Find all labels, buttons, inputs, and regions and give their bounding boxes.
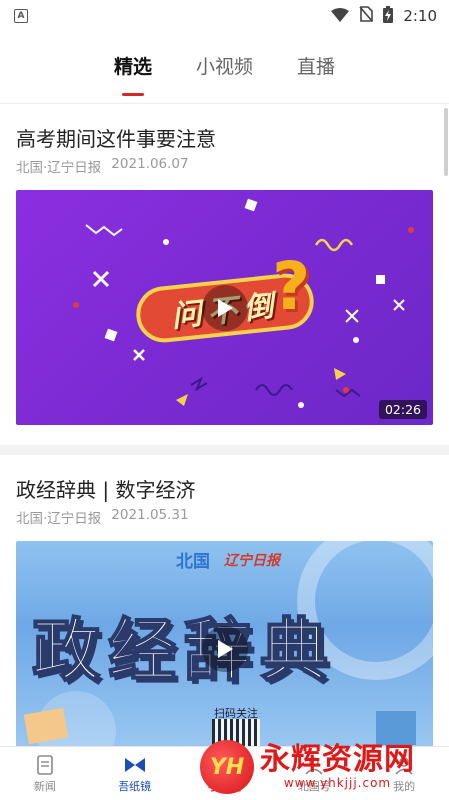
status-time: 2:10	[403, 7, 437, 25]
status-left: A	[14, 9, 28, 23]
nav-mirror-label: 吾纸镜	[118, 779, 152, 793]
article-meta: 北国·辽宁日报 2021.05.31	[16, 507, 433, 527]
thumbnail-brand-row: 北国 辽宁日报	[176, 547, 280, 572]
article-date: 2021.06.07	[111, 156, 189, 172]
tab-featured-label: 精选	[113, 56, 152, 78]
article-title[interactable]: 政经辞典 | 数字经济	[16, 477, 433, 503]
article-source: 北国·辽宁日报	[16, 160, 102, 176]
article-title[interactable]: 高考期间这件事要注意	[16, 126, 433, 152]
nav-news-label: 新闻	[33, 779, 56, 793]
section-divider	[0, 445, 449, 455]
tab-featured[interactable]: 精选	[113, 52, 152, 96]
article-meta: 北国·辽宁日报 2021.06.07	[16, 156, 433, 176]
watermark-title: 永辉资源网	[260, 742, 415, 777]
app-notification-icon: A	[14, 9, 28, 23]
tab-short-video-label: 小视频	[195, 56, 253, 78]
play-icon	[217, 298, 233, 317]
tab-short-video[interactable]: 小视频	[196, 52, 253, 79]
watermark-text: 永辉资源网 www.yhkjjj.com	[260, 742, 415, 791]
question-mark-graphic: ?	[272, 248, 311, 325]
status-right: 2:10	[331, 5, 437, 27]
battery-charging-icon	[383, 5, 394, 27]
play-button[interactable]	[201, 625, 248, 672]
news-feed[interactable]: 高考期间这件事要注意 北国·辽宁日报 2021.06.07 ? 02:26 政经…	[0, 104, 449, 746]
thumbnail-title: 政经辞典	[31, 611, 337, 692]
tab-live-label: 直播	[297, 56, 336, 78]
article-card[interactable]: 政经辞典 | 数字经济 北国·辽宁日报 2021.05.31 北国 辽宁日报 政…	[0, 477, 449, 746]
article-source: 北国·辽宁日报	[16, 511, 102, 527]
scrollbar[interactable]	[444, 108, 448, 176]
tab-active-indicator	[121, 93, 144, 96]
play-button[interactable]	[201, 284, 248, 331]
news-icon	[37, 754, 53, 775]
video-thumbnail[interactable]: 北国 辽宁日报 政经辞典 扫码关注	[16, 541, 433, 746]
no-sim-icon	[359, 6, 374, 26]
tab-live[interactable]: 直播	[297, 52, 335, 79]
top-tabs: 精选 小视频 直播	[0, 32, 449, 104]
video-duration: 02:26	[378, 400, 427, 419]
play-icon	[217, 639, 233, 658]
nav-news[interactable]: 新闻	[5, 754, 85, 794]
nav-mirror[interactable]: 吾纸镜	[95, 754, 175, 794]
article-card[interactable]: 高考期间这件事要注意 北国·辽宁日报 2021.06.07 ? 02:26	[0, 126, 449, 425]
video-thumbnail[interactable]: 问不倒 ? 02:26	[16, 190, 433, 425]
bowtie-icon	[124, 757, 145, 772]
watermark: YH 永辉资源网 www.yhkjjj.com	[200, 740, 415, 794]
watermark-logo: YH	[200, 740, 254, 794]
article-date: 2021.05.31	[111, 507, 189, 523]
status-bar: A 2:10	[0, 0, 449, 32]
brand-logo-secondary: 辽宁日报	[224, 552, 280, 569]
wifi-icon	[331, 7, 350, 26]
brand-logo: 北国	[176, 552, 210, 572]
watermark-url: www.yhkjjj.com	[283, 776, 392, 790]
